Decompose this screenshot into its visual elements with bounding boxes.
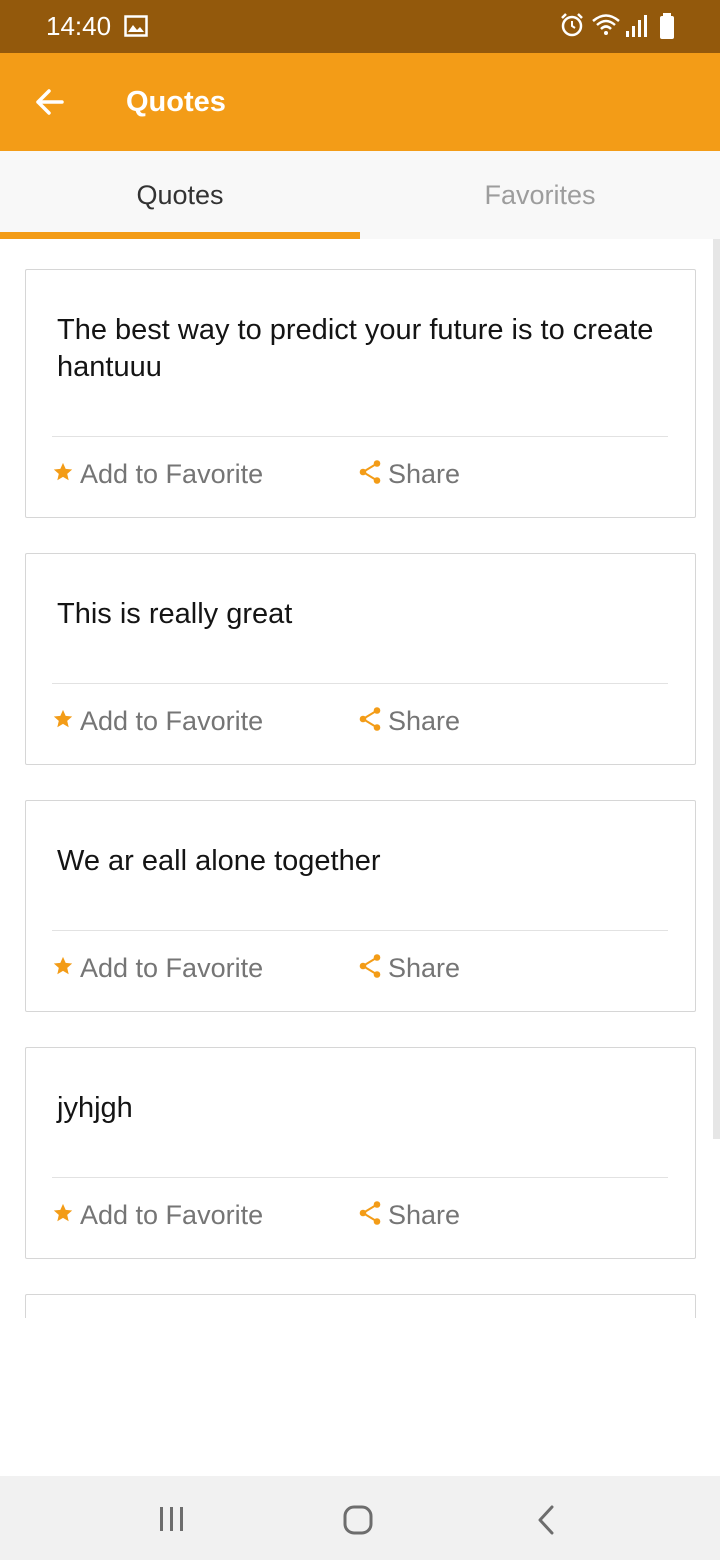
quote-card: jyhjgh Add to Favorite Share [25,1047,696,1259]
wifi-icon [591,13,621,42]
quote-card [25,1294,696,1318]
add-to-favorite-button[interactable]: Add to Favorite [52,701,263,741]
add-to-favorite-button[interactable]: Add to Favorite [52,454,263,494]
recent-apps-icon[interactable] [158,1505,186,1538]
battery-icon [659,13,675,44]
status-time: 14:40 [46,11,112,41]
add-to-favorite-button[interactable]: Add to Favorite [52,1195,263,1235]
star-icon [52,708,74,735]
quote-card: We ar eall alone together Add to Favorit… [25,800,696,1012]
add-to-favorite-label: Add to Favorite [80,705,264,736]
share-icon [358,1200,382,1231]
quote-text: We ar eall alone together [57,845,381,877]
image-icon [124,15,148,42]
tab-favorites[interactable]: Favorites [360,151,720,239]
quote-text: jyhjgh [57,1092,133,1124]
back-icon[interactable] [535,1504,557,1541]
share-button[interactable]: Share [358,1195,460,1235]
share-icon [358,953,382,984]
home-icon[interactable] [342,1504,374,1541]
tab-quotes[interactable]: Quotes [0,151,360,239]
quote-text: This is really great [57,598,293,630]
add-to-favorite-label: Add to Favorite [80,952,264,983]
star-icon [52,955,74,982]
quote-card: The best way to predict your future is t… [25,269,696,518]
share-button[interactable]: Share [358,701,460,741]
share-button[interactable]: Share [358,454,460,494]
status-bar: 14:40 [0,0,720,53]
signal-icon [625,14,647,43]
card-divider [52,683,668,684]
add-to-favorite-label: Add to Favorite [80,458,264,489]
quotes-list[interactable]: The best way to predict your future is t… [0,239,720,1318]
card-divider [52,1177,668,1178]
share-label: Share [388,1199,461,1230]
scrollbar[interactable] [713,239,720,1139]
tab-indicator [0,232,360,239]
share-icon [358,459,382,490]
quote-text: The best way to predict your future is t… [57,314,654,383]
app-bar: Quotes [0,53,720,151]
star-icon [52,461,74,488]
share-label: Share [388,705,461,736]
star-icon [52,1202,74,1229]
tab-bar: Quotes Favorites [0,151,720,239]
card-divider [52,930,668,931]
navigation-bar [0,1476,720,1560]
share-button[interactable]: Share [358,948,460,988]
share-label: Share [388,458,461,489]
arrow-back-icon[interactable] [30,82,70,122]
quote-card: This is really great Add to Favorite Sha… [25,553,696,765]
page-title: Quotes [126,86,226,118]
alarm-icon [559,12,585,43]
card-divider [52,436,668,437]
add-to-favorite-button[interactable]: Add to Favorite [52,948,263,988]
share-icon [358,706,382,737]
add-to-favorite-label: Add to Favorite [80,1199,264,1230]
share-label: Share [388,952,461,983]
